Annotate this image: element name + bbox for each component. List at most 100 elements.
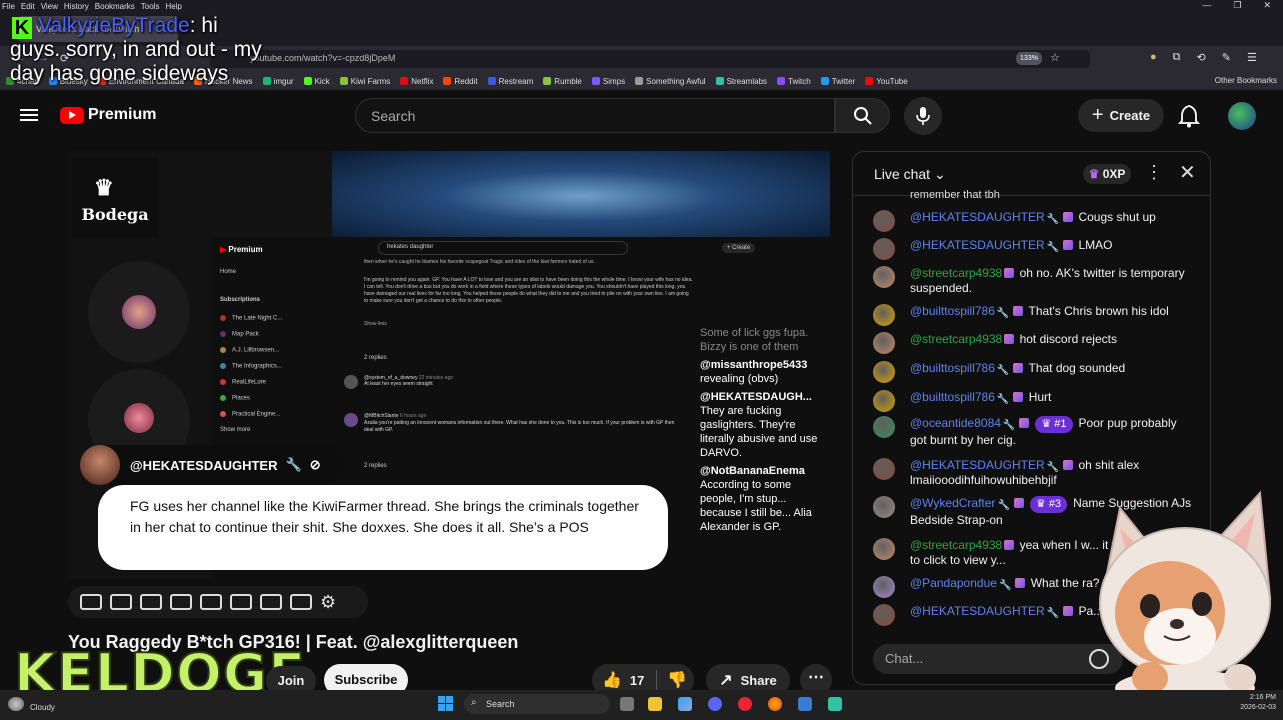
chat-username[interactable]: @builttospill786 [910, 390, 995, 404]
chat-avatar[interactable] [873, 238, 895, 260]
chat-username[interactable]: @streetcarp4938 [910, 538, 1002, 552]
bookmark-item[interactable]: Twitch [777, 77, 811, 86]
zoom-level[interactable]: 133% [1016, 52, 1042, 65]
chat-message[interactable]: @streetcarp4938 hot discord rejects [873, 332, 1193, 354]
voice-search-button[interactable] [904, 97, 942, 135]
bookmark-item[interactable]: Twitter [820, 77, 855, 86]
chat-avatar[interactable] [873, 332, 895, 354]
minimize-icon[interactable]: — [1202, 0, 1211, 12]
chat-message[interactable]: @builttospill786 🔧 That dog sounded [873, 361, 1193, 383]
bookmark-item[interactable]: Streamlabs [715, 77, 767, 86]
chat-username[interactable]: @streetcarp4938 [910, 332, 1002, 346]
bookmark-item[interactable]: Kick [303, 77, 330, 86]
create-button[interactable]: + Create [1078, 99, 1164, 132]
chat-message[interactable]: @HEKATESDAUGHTER 🔧 LMAO [873, 238, 1193, 260]
film-icon[interactable] [170, 594, 192, 610]
bookmark-item[interactable]: Netflix [400, 77, 433, 86]
weather-label[interactable]: Cloudy [30, 703, 55, 712]
loop-icon[interactable] [80, 594, 102, 610]
menu-file[interactable]: File [2, 2, 15, 11]
menu-view[interactable]: View [41, 2, 58, 11]
menu-bookmarks[interactable]: Bookmarks [95, 2, 135, 11]
chat-username[interactable]: @HEKATESDAUGHTER [910, 238, 1045, 252]
chat-username[interactable]: @WykedCrafter [910, 496, 995, 510]
chat-message[interactable]: @HEKATESDAUGHTER 🔧 Cougs shut up [873, 210, 1193, 232]
add-icon[interactable] [260, 594, 282, 610]
taskbar-search[interactable]: ⌕ Search [464, 694, 610, 714]
restore-icon[interactable]: ❐ [1233, 0, 1241, 12]
chat-message[interactable]: @oceantide8084 🔧 ♛ #1 Poor pup probably got… [873, 416, 1193, 448]
chat-message[interactable]: @streetcarp4938 oh no. AK's twitter is t… [873, 266, 1193, 296]
chat-avatar[interactable] [873, 576, 895, 598]
notifications-button[interactable] [1177, 104, 1201, 133]
chat-username[interactable]: @builttospill786 [910, 361, 995, 375]
record-icon[interactable] [738, 697, 752, 711]
chat-avatar[interactable] [873, 416, 895, 438]
bookmark-item[interactable]: Kiwi Farms [339, 77, 390, 86]
subtitles-icon[interactable] [140, 594, 162, 610]
copilot-icon[interactable] [678, 697, 692, 711]
chat-avatar[interactable] [873, 210, 895, 232]
sync-icon[interactable]: ⟲ [1197, 51, 1206, 64]
hamburger-menu-icon[interactable]: ☰ [1247, 51, 1257, 64]
youtube-logo[interactable]: Premium [60, 106, 156, 124]
bookmark-item[interactable]: YouTube [865, 77, 908, 86]
chat-avatar[interactable] [873, 496, 895, 518]
puzzle-icon[interactable]: ⧉ [1173, 51, 1181, 64]
menu-help[interactable]: Help [165, 2, 181, 11]
extension-icon[interactable]: ● [1150, 51, 1157, 64]
speed-icon[interactable] [230, 594, 252, 610]
task-view-icon[interactable] [620, 697, 634, 711]
miniplayer-icon[interactable] [200, 594, 222, 610]
bookmark-star-icon[interactable]: ☆ [1050, 51, 1060, 64]
chat-avatar[interactable] [873, 304, 895, 326]
discord-icon[interactable] [708, 697, 722, 711]
search-input[interactable]: Search [355, 98, 835, 133]
chat-input[interactable]: Chat... [873, 644, 1123, 674]
chat-username[interactable]: @oceantide8084 [910, 416, 1001, 430]
close-icon[interactable]: ✕ [1179, 160, 1196, 185]
chat-username[interactable]: @HEKATESDAUGHTER [910, 458, 1045, 472]
bookmark-item[interactable]: Rumble [543, 77, 582, 86]
chat-message[interactable]: @builttospill786 🔧 Hurt [873, 390, 1193, 412]
chat-avatar[interactable] [873, 390, 895, 412]
kebab-menu-icon[interactable]: ⋮ [1145, 162, 1163, 183]
screenshot-icon[interactable] [290, 594, 312, 610]
chat-username[interactable]: @streetcarp4938 [910, 266, 1002, 280]
start-icon[interactable] [438, 696, 453, 711]
bookmark-item[interactable]: Restream [487, 77, 533, 86]
search-button[interactable] [835, 98, 890, 133]
chat-avatar[interactable] [873, 458, 895, 480]
hamburger-icon[interactable] [20, 106, 38, 124]
bookmark-item[interactable]: Something Awful [635, 77, 706, 86]
account-avatar[interactable] [1228, 102, 1256, 130]
chat-avatar[interactable] [873, 266, 895, 288]
thumbs-down-icon[interactable]: 👎 [656, 670, 687, 690]
bookmark-item[interactable]: Simps [591, 77, 625, 86]
thumbs-up-icon[interactable]: 👍 [602, 670, 622, 690]
live-icon[interactable] [110, 594, 132, 610]
bookmark-item[interactable]: Reddit [443, 77, 478, 86]
other-bookmarks[interactable]: Other Bookmarks [1215, 72, 1277, 90]
chat-username[interactable]: @builttospill786 [910, 304, 995, 318]
chat-avatar[interactable] [873, 604, 895, 626]
chat-avatar[interactable] [873, 361, 895, 383]
taskbar-clock[interactable]: 2:16 PM 2026-02-03 [1210, 693, 1276, 713]
file-explorer-icon[interactable] [648, 697, 662, 711]
chat-username[interactable]: @HEKATESDAUGHTER [910, 210, 1045, 224]
feather-icon[interactable]: ✎ [1222, 51, 1231, 64]
settings-icon[interactable]: ⚙ [320, 592, 336, 613]
chat-username[interactable]: @HEKATESDAUGHTER [910, 604, 1045, 618]
url-field[interactable]: youtube.com/watch?v=-cpzd8jDpeM [210, 50, 1090, 68]
xp-badge[interactable]: ♛ 0XP [1083, 164, 1131, 184]
chat-username[interactable]: @Pandapondue [910, 576, 997, 590]
close-window-icon[interactable]: ✕ [1263, 0, 1271, 12]
chat-mode-dropdown[interactable]: Live chat ⌄ [874, 166, 946, 183]
menu-history[interactable]: History [64, 2, 89, 11]
chat-avatar[interactable] [873, 538, 895, 560]
app-icon[interactable] [798, 697, 812, 711]
menu-edit[interactable]: Edit [21, 2, 35, 11]
streamlabs-icon[interactable] [828, 697, 842, 711]
menu-tools[interactable]: Tools [141, 2, 160, 11]
firefox-icon[interactable] [768, 697, 782, 711]
